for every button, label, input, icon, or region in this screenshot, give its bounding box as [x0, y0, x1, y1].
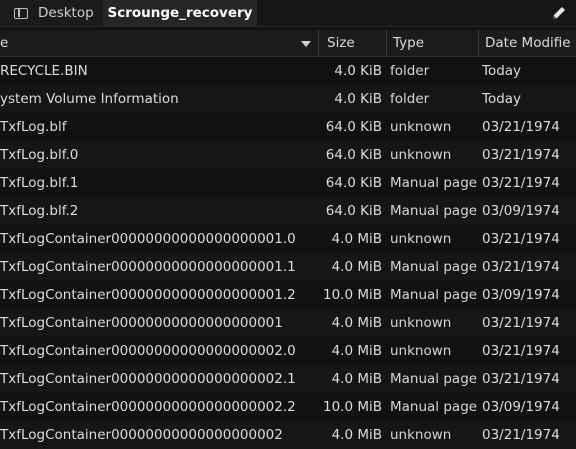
file-date: 03/21/1974 [482, 371, 560, 387]
file-date: 03/21/1974 [482, 175, 560, 191]
column-header: e Size Type Date Modifie [0, 30, 576, 57]
tab-scrounge-recovery-label: Scrounge_recovery [107, 5, 253, 21]
file-row[interactable]: TxfLogContainer00000000000000000002 4.0 M… [0, 421, 576, 449]
file-date: 03/21/1974 [482, 427, 560, 443]
file-size: 64.0 KiB [325, 203, 382, 219]
file-name: TxfLog.blf [0, 119, 67, 135]
file-row[interactable]: TxfLogContainer00000000000000000001.0 4.0… [0, 225, 576, 253]
column-name-header[interactable]: e [0, 30, 318, 56]
desktop-icon [14, 7, 28, 19]
file-type: folder [390, 63, 430, 79]
file-size: 64.0 KiB [325, 119, 382, 135]
column-type-header[interactable]: Type [386, 30, 478, 56]
file-name: TxfLogContainer00000000000000000002.0 [0, 343, 296, 359]
file-type: Manual page [390, 287, 478, 303]
file-size: 10.0 MiB [322, 399, 382, 415]
file-type: unknown [390, 427, 452, 443]
file-list: RECYCLE.BIN 4.0 KiB folder Today ystem Volum… [0, 57, 576, 449]
file-date: 03/09/1974 [482, 287, 560, 303]
file-name: ystem Volume Information [0, 91, 179, 107]
tab-desktop-label: Desktop [38, 5, 94, 21]
file-row[interactable]: TxfLogContainer00000000000000000001.2 10.… [0, 281, 576, 309]
tab-desktop[interactable]: Desktop [0, 0, 103, 26]
file-date: 03/21/1974 [482, 231, 560, 247]
file-size: 4.0 KiB [334, 63, 382, 79]
file-size: 64.0 KiB [325, 175, 382, 191]
file-date: 03/21/1974 [482, 259, 560, 275]
file-size: 64.0 KiB [325, 147, 382, 163]
file-name: RECYCLE.BIN [0, 63, 88, 79]
file-row[interactable]: TxfLogContainer00000000000000000002.0 4.0… [0, 337, 576, 365]
file-type: Manual page [390, 175, 478, 191]
file-date: 03/21/1974 [482, 147, 560, 163]
file-date: 03/09/1974 [482, 399, 560, 415]
file-type: folder [390, 91, 430, 107]
file-row[interactable]: RECYCLE.BIN 4.0 KiB folder Today [0, 57, 576, 85]
file-date: 03/21/1974 [482, 315, 560, 331]
file-row[interactable]: TxfLogContainer00000000000000000002.1 4.0… [0, 365, 576, 393]
sort-descending-icon[interactable] [301, 41, 311, 47]
file-type: unknown [390, 343, 452, 359]
file-size: 4.0 MiB [331, 315, 382, 331]
file-name: TxfLog.blf.1 [0, 175, 79, 191]
file-type: Manual page [390, 371, 478, 387]
column-date-label: Date Modifie [485, 35, 571, 51]
file-date: 03/09/1974 [482, 203, 560, 219]
file-name: TxfLogContainer00000000000000000001 [0, 315, 283, 331]
file-row[interactable]: ystem Volume Information 4.0 KiB folder Tod… [0, 85, 576, 113]
file-row[interactable]: TxfLogContainer00000000000000000001 4.0 M… [0, 309, 576, 337]
file-date: Today [482, 63, 522, 79]
column-name-label: e [0, 35, 9, 51]
file-row[interactable]: TxfLog.blf.2 64.0 KiB Manual page 03/09/197… [0, 197, 576, 225]
tab-bar: Desktop Scrounge_recovery [0, 0, 576, 27]
file-name: TxfLogContainer00000000000000000002.1 [0, 371, 296, 387]
file-size: 4.0 MiB [331, 231, 382, 247]
file-row[interactable]: TxfLogContainer00000000000000000002.2 10.… [0, 393, 576, 421]
column-size-label: Size [327, 35, 355, 51]
file-date: 03/21/1974 [482, 119, 560, 135]
file-name: TxfLog.blf.2 [0, 203, 79, 219]
file-row[interactable]: TxfLog.blf 64.0 KiB unknown 03/21/1974 [0, 113, 576, 141]
file-row[interactable]: TxfLog.blf.1 64.0 KiB Manual page 03/21/197… [0, 169, 576, 197]
file-name: TxfLogContainer00000000000000000001.1 [0, 259, 296, 275]
file-name: TxfLogContainer00000000000000000001.0 [0, 231, 296, 247]
file-date: Today [482, 91, 522, 107]
file-type: Manual page [390, 399, 478, 415]
file-size: 10.0 MiB [322, 287, 382, 303]
file-type: Manual page [390, 259, 478, 275]
column-size-header[interactable]: Size [318, 30, 386, 56]
file-size: 4.0 KiB [334, 91, 382, 107]
file-size: 4.0 MiB [331, 343, 382, 359]
file-date: 03/21/1974 [482, 343, 560, 359]
file-size: 4.0 MiB [331, 371, 382, 387]
pencil-icon[interactable] [550, 4, 568, 22]
file-size: 4.0 MiB [331, 427, 382, 443]
file-name: TxfLogContainer00000000000000000002 [0, 427, 283, 443]
file-type: Manual page [390, 203, 478, 219]
file-type: unknown [390, 119, 452, 135]
file-type: unknown [390, 147, 452, 163]
file-type: unknown [390, 231, 452, 247]
file-name: TxfLogContainer00000000000000000001.2 [0, 287, 296, 303]
column-type-label: Type [393, 35, 425, 51]
file-row[interactable]: TxfLog.blf.0 64.0 KiB unknown 03/21/1974 [0, 141, 576, 169]
tab-scrounge-recovery[interactable]: Scrounge_recovery [103, 0, 257, 26]
column-date-header[interactable]: Date Modifie [478, 30, 576, 56]
file-size: 4.0 MiB [331, 259, 382, 275]
file-name: TxfLogContainer00000000000000000002.2 [0, 399, 296, 415]
file-type: unknown [390, 315, 452, 331]
file-row[interactable]: TxfLogContainer00000000000000000001.1 4.0… [0, 253, 576, 281]
file-name: TxfLog.blf.0 [0, 147, 79, 163]
